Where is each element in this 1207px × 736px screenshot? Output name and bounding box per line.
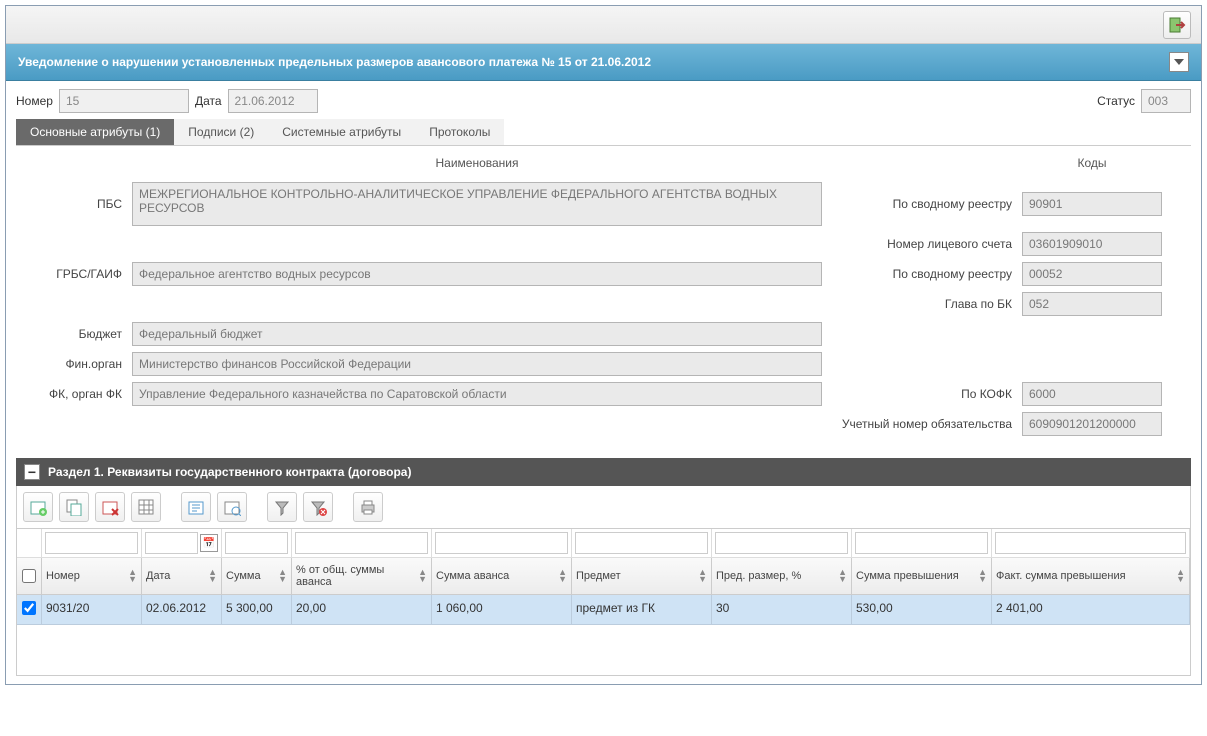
fk-code-field[interactable] (1022, 382, 1162, 406)
glava-label: Глава по БК (832, 297, 1012, 311)
cell-predrazmer: 30 (712, 595, 852, 624)
budget-label: Бюджет (22, 327, 122, 341)
title-bar: Уведомление о нарушении установленных пр… (6, 44, 1201, 81)
cell-summa: 5 300,00 (222, 595, 292, 624)
grbs-code-label: По сводному реестру (832, 267, 1012, 281)
tb-filter[interactable] (267, 492, 297, 522)
col-pct[interactable]: % от общ. суммы аванса▲▼ (292, 558, 432, 594)
exit-button[interactable] (1163, 11, 1191, 39)
grbs-field[interactable] (132, 262, 822, 286)
status-field[interactable] (1141, 89, 1191, 113)
tb-add[interactable] (23, 492, 53, 522)
grbs-label: ГРБС/ГАИФ (22, 267, 122, 281)
tab-protocols[interactable]: Протоколы (415, 119, 504, 145)
collapse-toggle[interactable]: − (24, 464, 40, 480)
filter-nomer[interactable] (45, 532, 138, 554)
col-date[interactable]: Дата▲▼ (142, 558, 222, 594)
number-label: Номер (16, 94, 53, 108)
filter-predmet[interactable] (575, 532, 708, 554)
acct-field[interactable] (1022, 232, 1162, 256)
fk-field[interactable] (132, 382, 822, 406)
grbs-code-field[interactable] (1022, 262, 1162, 286)
titlebar-dropdown[interactable] (1169, 52, 1189, 72)
regnum-label: Учетный номер обязательства (832, 417, 1012, 431)
col-header-codes: Коды (1022, 156, 1162, 176)
tb-edit[interactable] (181, 492, 211, 522)
tb-delete[interactable] (95, 492, 125, 522)
finorg-label: Фин.орган (22, 357, 122, 371)
finorg-field[interactable] (132, 352, 822, 376)
section1-title: Раздел 1. Реквизиты государственного кон… (48, 465, 411, 479)
pbs-label: ПБС (22, 197, 122, 211)
pbs-code-field[interactable] (1022, 192, 1162, 216)
filter-row: 📅 (17, 529, 1190, 558)
select-all-checkbox[interactable] (22, 569, 36, 583)
section1-header: − Раздел 1. Реквизиты государственного к… (16, 458, 1191, 486)
budget-field[interactable] (132, 322, 822, 346)
cell-sumprev: 530,00 (852, 595, 992, 624)
col-avans[interactable]: Сумма аванса▲▼ (432, 558, 572, 594)
tb-print[interactable] (353, 492, 383, 522)
col-nomer[interactable]: Номер▲▼ (42, 558, 142, 594)
cell-predmet: предмет из ГК (572, 595, 712, 624)
status-label: Статус (1097, 94, 1135, 108)
date-label: Дата (195, 94, 222, 108)
col-predmet[interactable]: Предмет▲▼ (572, 558, 712, 594)
filter-pct[interactable] (295, 532, 428, 554)
header-row: Номер Дата Статус (16, 89, 1191, 113)
form-area: Наименования Коды ПБС МЕЖРЕГИОНАЛЬНОЕ КО… (16, 146, 1191, 446)
fk-label: ФК, орган ФК (22, 387, 122, 401)
content: Номер Дата Статус Основные атрибуты (1) … (6, 81, 1201, 684)
cell-nomer: 9031/20 (42, 595, 142, 624)
window-title: Уведомление о нарушении установленных пр… (18, 55, 651, 69)
grid-body: 9031/20 02.06.2012 5 300,00 20,00 1 060,… (17, 595, 1190, 675)
date-field[interactable] (228, 89, 318, 113)
col-header-names: Наименования (132, 156, 822, 176)
filter-date[interactable] (145, 532, 198, 554)
grid-toolbar (16, 486, 1191, 529)
cell-factprev: 2 401,00 (992, 595, 1190, 624)
row-checkbox[interactable] (22, 601, 36, 615)
filter-sumprev[interactable] (855, 532, 988, 554)
filter-summa[interactable] (225, 532, 288, 554)
acct-label: Номер лицевого счета (832, 237, 1012, 251)
cell-pct: 20,00 (292, 595, 432, 624)
tb-view[interactable] (217, 492, 247, 522)
col-factprev[interactable]: Факт. сумма превышения▲▼ (992, 558, 1190, 594)
top-toolbar (6, 6, 1201, 44)
window: Уведомление о нарушении установленных пр… (5, 5, 1202, 685)
grid: 📅 Номер▲▼ Дата▲▼ Сумма▲▼ % от общ. суммы… (16, 529, 1191, 676)
pbs-field[interactable]: МЕЖРЕГИОНАЛЬНОЕ КОНТРОЛЬНО-АНАЛИТИЧЕСКОЕ… (132, 182, 822, 226)
fk-code-label: По КОФК (832, 387, 1012, 401)
filter-factprev[interactable] (995, 532, 1186, 554)
tabs: Основные атрибуты (1) Подписи (2) Систем… (16, 119, 1191, 146)
header-row-grid: Номер▲▼ Дата▲▼ Сумма▲▼ % от общ. суммы а… (17, 558, 1190, 595)
col-summa[interactable]: Сумма▲▼ (222, 558, 292, 594)
tab-system-attrs[interactable]: Системные атрибуты (268, 119, 415, 145)
col-predrazmer[interactable]: Пред. размер, %▲▼ (712, 558, 852, 594)
filter-predrazmer[interactable] (715, 532, 848, 554)
tab-main-attrs[interactable]: Основные атрибуты (1) (16, 119, 174, 145)
regnum-field[interactable] (1022, 412, 1162, 436)
filter-avans[interactable] (435, 532, 568, 554)
pbs-code-label: По сводному реестру (832, 197, 1012, 211)
tb-grid[interactable] (131, 492, 161, 522)
cell-date: 02.06.2012 (142, 595, 222, 624)
number-field[interactable] (59, 89, 189, 113)
calendar-icon[interactable]: 📅 (200, 534, 218, 552)
table-row[interactable]: 9031/20 02.06.2012 5 300,00 20,00 1 060,… (17, 595, 1190, 625)
cell-avans: 1 060,00 (432, 595, 572, 624)
tab-signatures[interactable]: Подписи (2) (174, 119, 268, 145)
col-sumprev[interactable]: Сумма превышения▲▼ (852, 558, 992, 594)
tb-filter-clear[interactable] (303, 492, 333, 522)
glava-field[interactable] (1022, 292, 1162, 316)
tb-copy[interactable] (59, 492, 89, 522)
